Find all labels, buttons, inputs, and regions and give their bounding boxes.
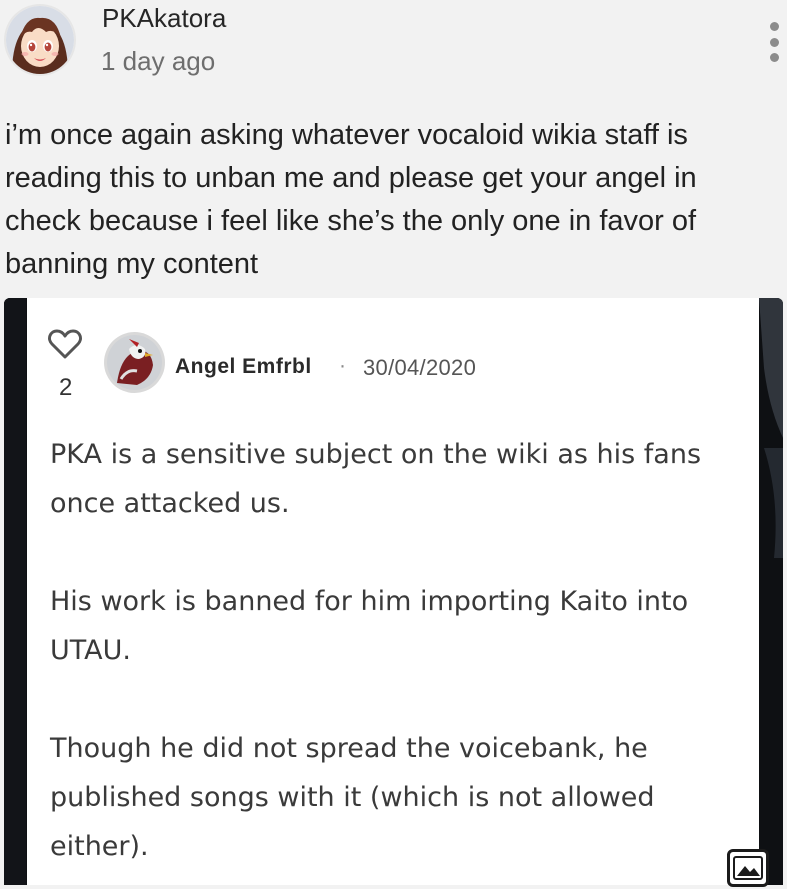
menu-dot [769,22,779,31]
menu-dot [769,37,779,47]
post-header: PKAkatora 1 day ago [0,0,787,100]
comment-date: 30/04/2020 [363,355,477,380]
image-icon[interactable] [727,849,769,887]
post-timestamp: 1 day ago [101,46,216,76]
menu-dot [769,53,779,62]
post-username[interactable]: PKAkatora [102,3,226,34]
user-avatar-image [6,6,74,74]
comment-paragraph: PKA is a sensitive subject on the wiki a… [50,439,702,519]
comment-paragraph: Though he did not spread the voicebank, … [50,733,655,862]
comment-card: 2 Angel Emfrbl · 30/04/2020 PKA is a sen… [27,298,759,885]
more-vertical-icon[interactable] [762,22,786,62]
image-glyph [733,856,763,880]
user-avatar[interactable] [6,6,74,74]
meta-separator: · [339,354,346,377]
comment-author-name[interactable]: Angel Emfrbl [175,355,312,379]
comment-paragraph: His work is banned for him importing Kai… [50,586,689,666]
heart-icon[interactable] [48,328,82,360]
comment-author-avatar-image [107,335,162,390]
embedded-screenshot[interactable]: 2 Angel Emfrbl · 30/04/2020 PKA is a sen… [4,298,783,885]
comment-author-avatar[interactable] [107,335,162,390]
like-count: 2 [59,374,73,401]
post-body: i’m once again asking whatever vocaloid … [5,119,697,280]
